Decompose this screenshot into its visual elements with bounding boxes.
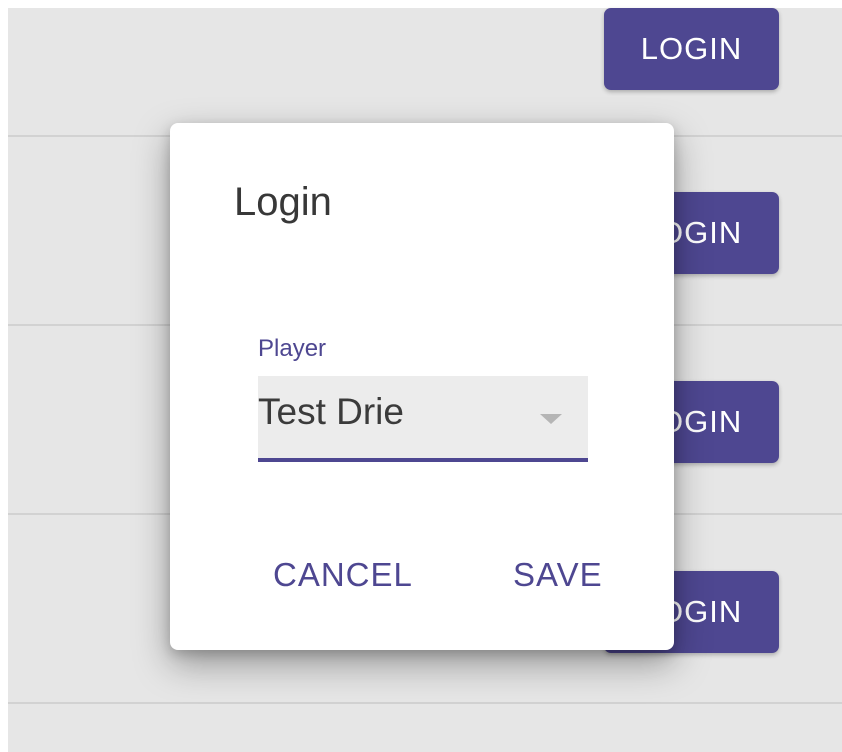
- chevron-down-icon[interactable]: [540, 414, 562, 424]
- player-select-value: Test Drie: [258, 391, 404, 432]
- save-button[interactable]: SAVE: [513, 556, 603, 594]
- cancel-button[interactable]: CANCEL: [273, 556, 413, 594]
- login-dialog: Login Player Test Drie CANCEL SAVE: [170, 123, 674, 650]
- page: LOGIN LOGIN LOGIN LOGIN Login Player Tes…: [0, 0, 842, 752]
- player-select[interactable]: Test Drie: [258, 376, 588, 462]
- player-field-label: Player: [258, 335, 327, 362]
- login-button-label: LOGIN: [640, 31, 743, 66]
- dialog-title: Login: [234, 180, 332, 224]
- list-item: LOGIN: [8, 0, 842, 137]
- login-button[interactable]: LOGIN: [604, 8, 779, 90]
